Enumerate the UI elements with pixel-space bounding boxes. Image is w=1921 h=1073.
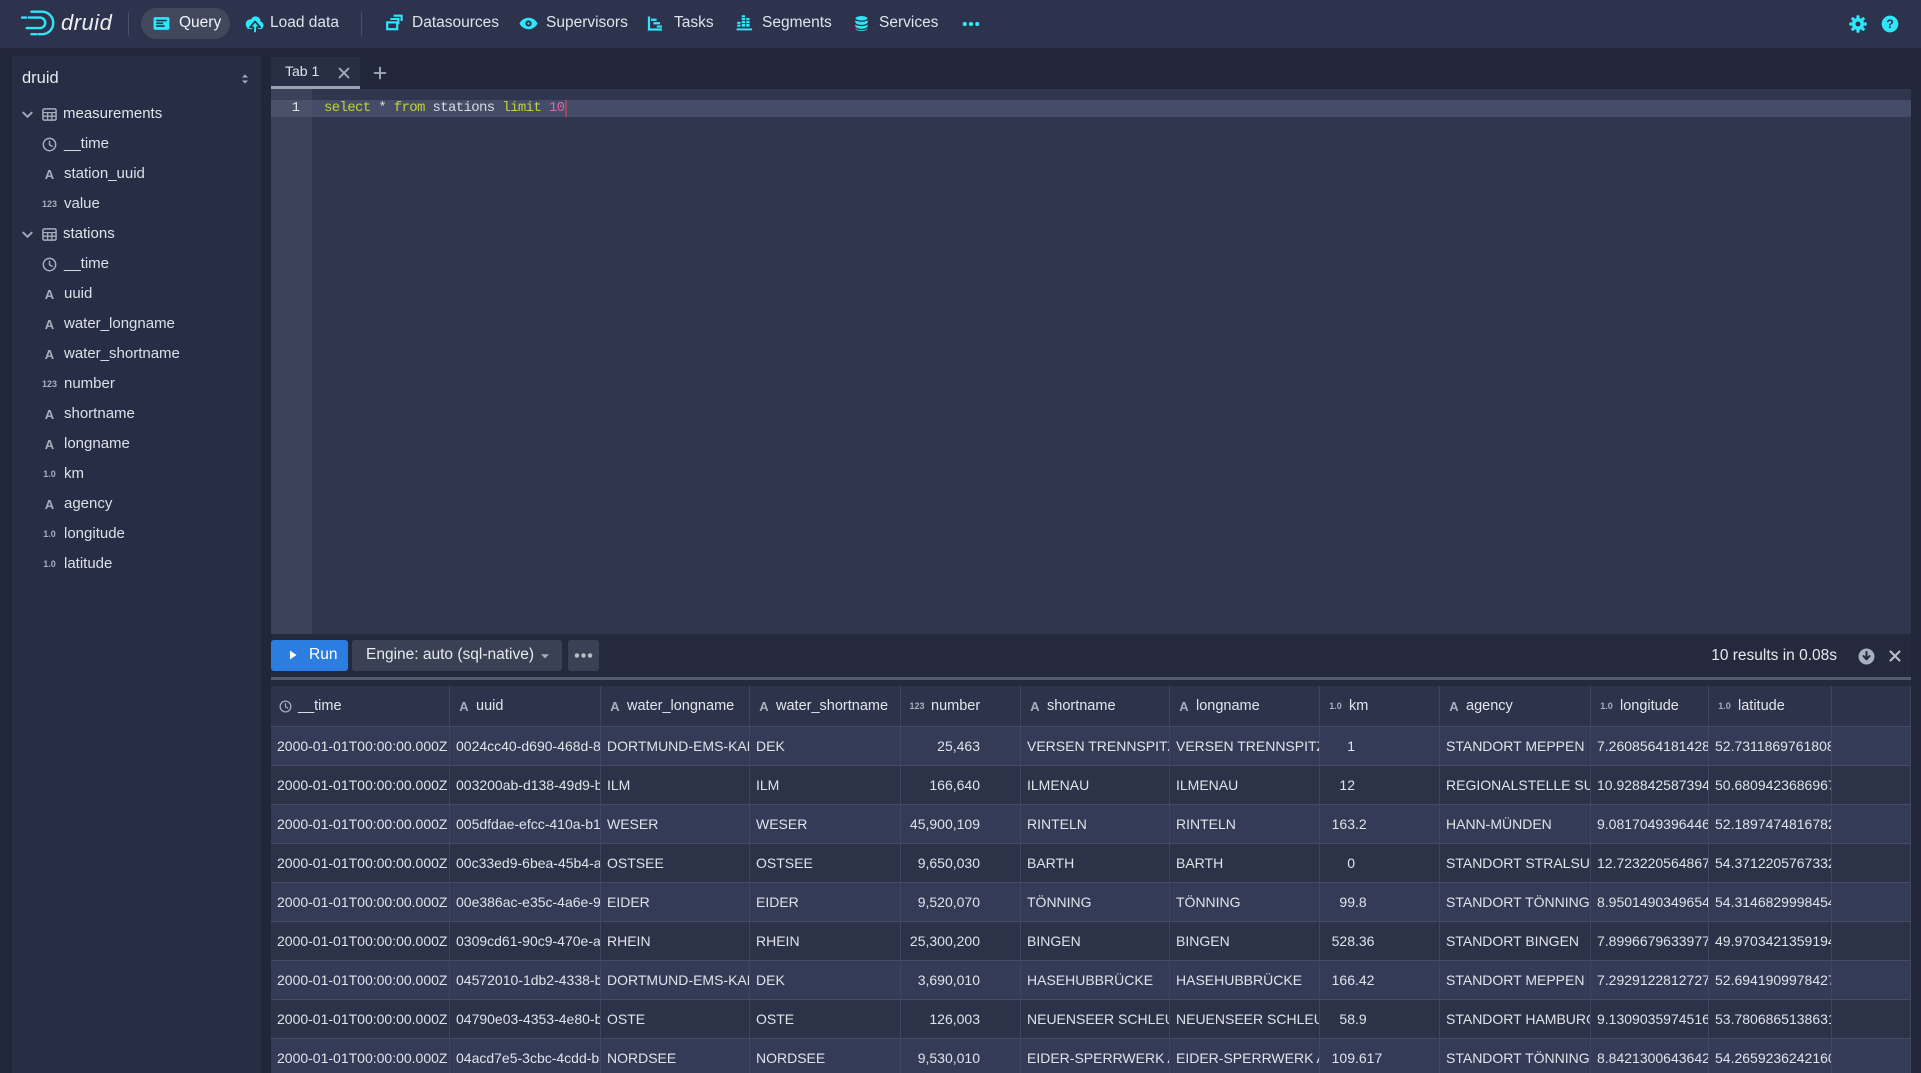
svg-text:?: ? — [1886, 17, 1894, 31]
